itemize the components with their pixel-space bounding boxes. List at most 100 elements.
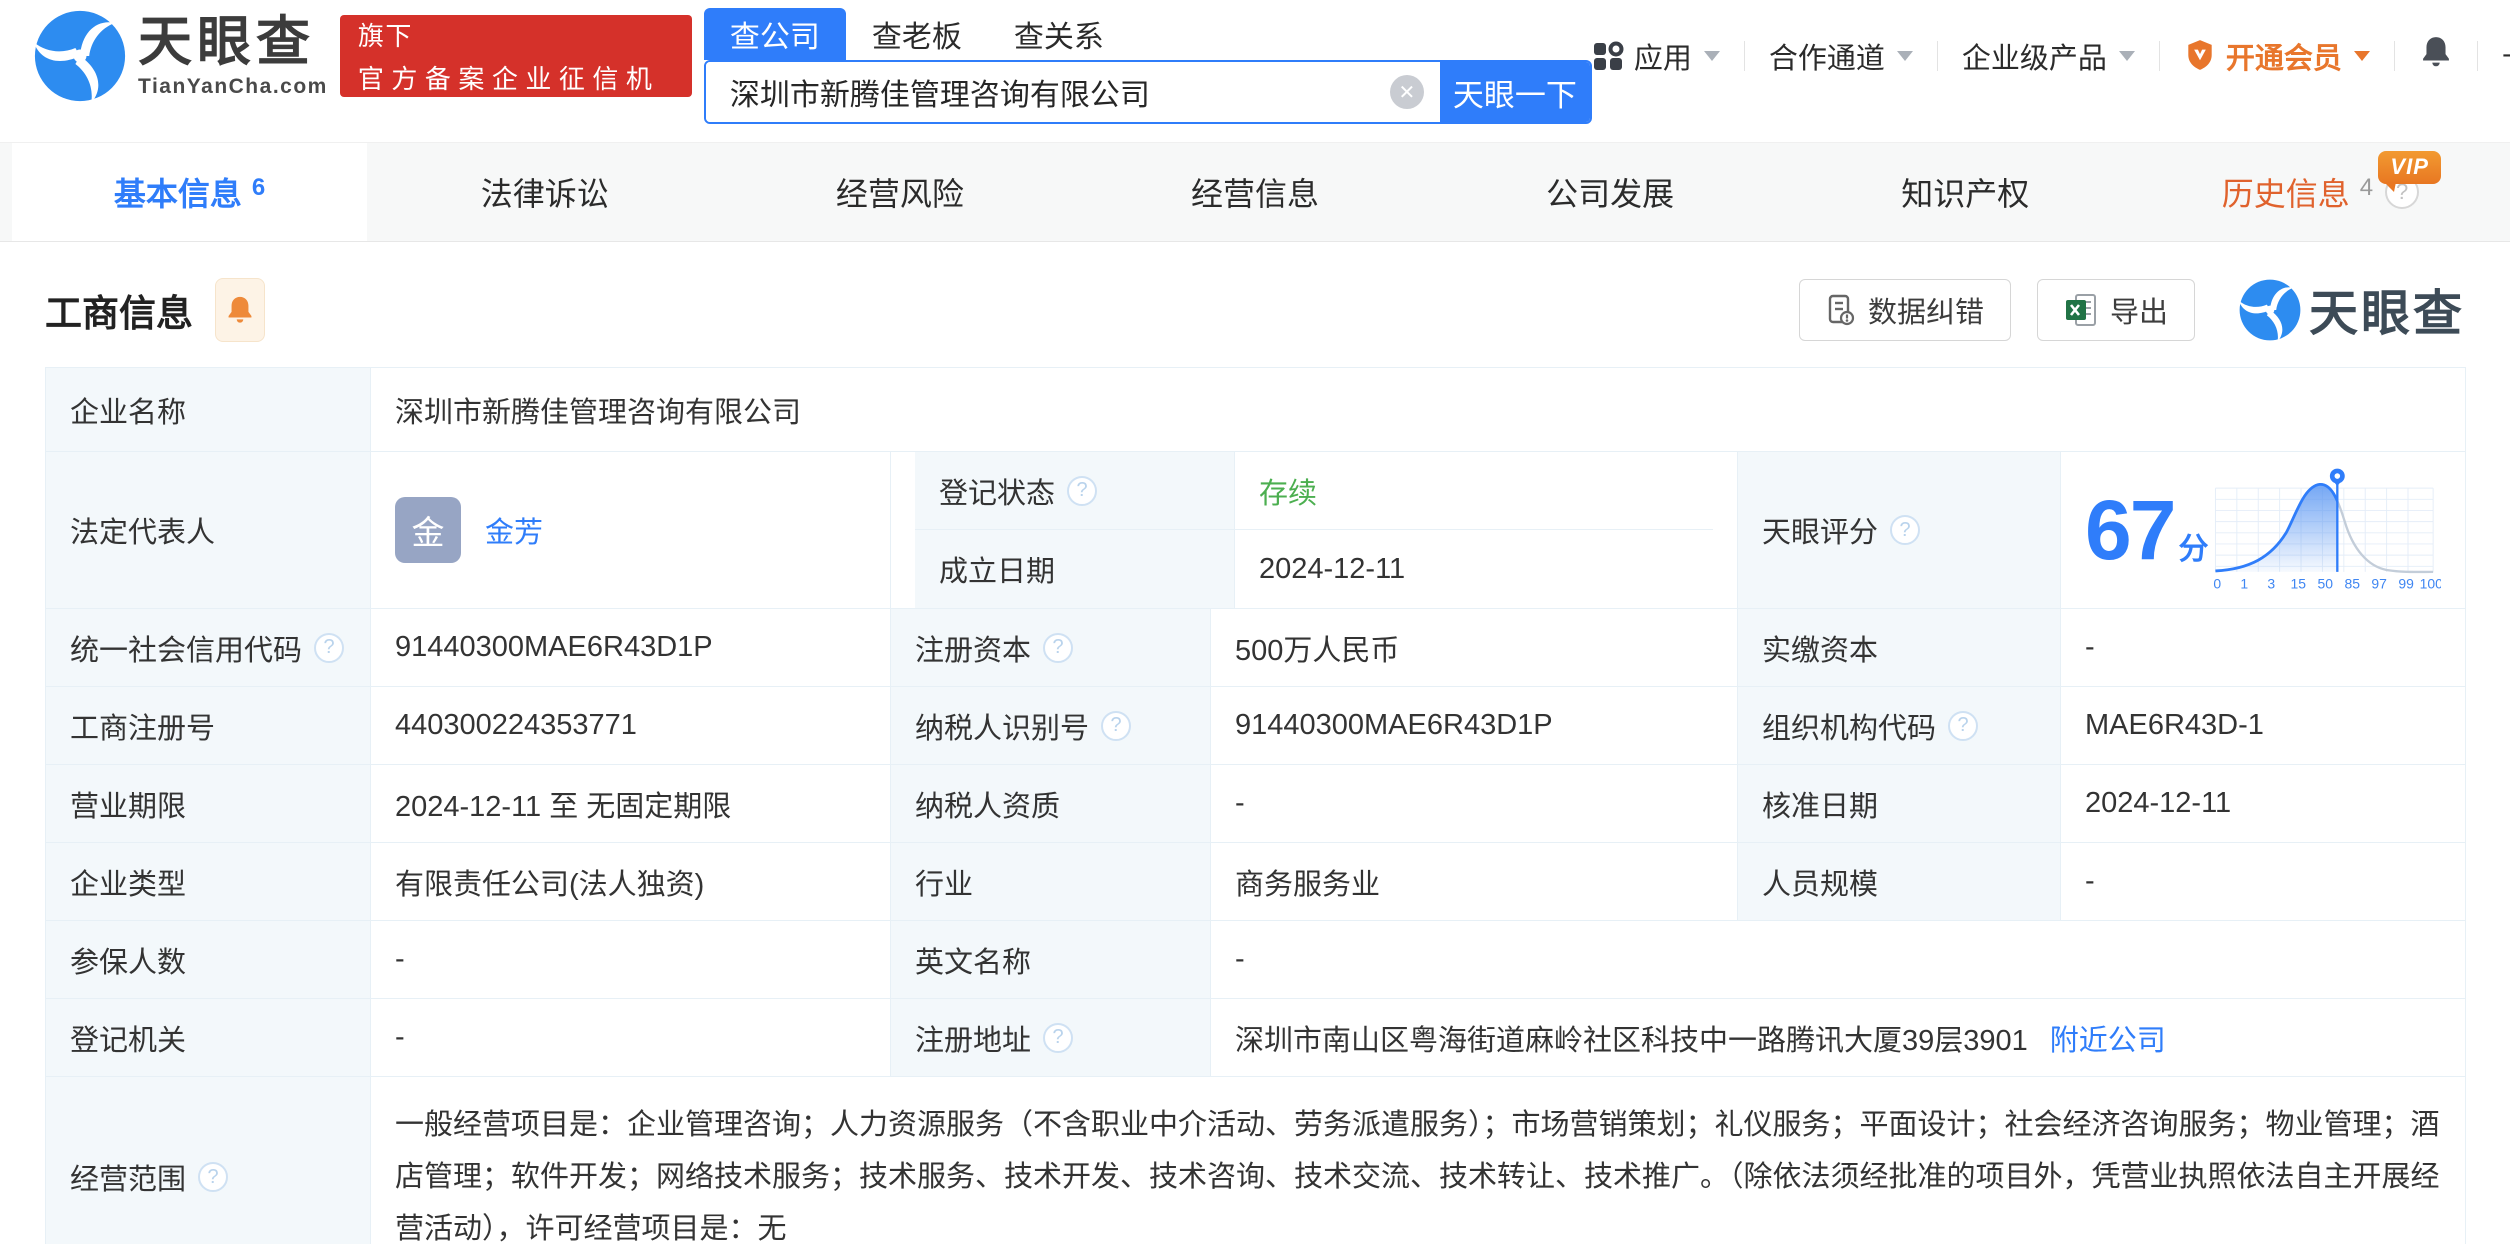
export-button[interactable]: 导出 xyxy=(2037,279,2195,341)
question-icon[interactable]: ? xyxy=(1890,515,1920,545)
nav-cooperation[interactable]: 合作通道 xyxy=(1769,35,1913,77)
search-input[interactable] xyxy=(706,62,1390,122)
divider xyxy=(2159,41,2160,71)
tianyancha-watermark: 天眼查 xyxy=(2239,274,2465,345)
field-label: 注册地址 xyxy=(915,1017,1031,1059)
tab-basic-info[interactable]: 基本信息 6 xyxy=(12,143,367,241)
svg-text:100: 100 xyxy=(2420,576,2441,592)
tab-history-info[interactable]: VIP 历史信息 4 ? xyxy=(2143,143,2498,241)
nav-open-vip[interactable]: 开通会员 xyxy=(2184,35,2370,77)
field-label: 经营范围 xyxy=(70,1156,186,1198)
svg-text:15: 15 xyxy=(2291,576,2307,592)
search-button[interactable]: 天眼一下 xyxy=(1440,62,1590,122)
bell-icon xyxy=(225,294,255,326)
search-tab-relation[interactable]: 查关系 xyxy=(988,8,1130,60)
search-box: ✕ 天眼一下 xyxy=(704,60,1592,124)
tab-label: 知识产权 xyxy=(1901,169,2029,215)
field-label: 企业类型 xyxy=(70,861,346,903)
industry-value: 商务服务业 xyxy=(1235,861,1713,903)
question-icon[interactable]: ? xyxy=(314,633,344,663)
tab-operating-info[interactable]: 经营信息 xyxy=(1077,143,1432,241)
company-tabbar: 基本信息 6 法律诉讼 经营风险 经营信息 公司发展 知识产权 VIP 历史信息… xyxy=(0,142,2510,242)
search-tab-company[interactable]: 查公司 xyxy=(704,8,846,60)
reg-number-value: 440300224353771 xyxy=(395,709,866,742)
chevron-down-icon xyxy=(2119,51,2135,61)
score-axis-ticks: 0 1 3 15 50 85 97 99 100 xyxy=(2214,576,2441,592)
svg-text:50: 50 xyxy=(2318,576,2334,592)
field-label: 企业名称 xyxy=(70,389,346,431)
score-value: 67 xyxy=(2085,488,2174,572)
credit-code-value: 91440300MAE6R43D1P xyxy=(395,631,866,664)
reg-capital-value: 500万人民币 xyxy=(1235,627,1713,669)
tab-company-development[interactable]: 公司发展 xyxy=(1433,143,1788,241)
tab-label: 历史信息 xyxy=(2222,169,2350,215)
field-label: 行业 xyxy=(915,861,1186,903)
tab-label: 公司发展 xyxy=(1546,169,1674,215)
question-icon[interactable]: ? xyxy=(1101,711,1131,741)
crown-icon xyxy=(2184,39,2216,73)
nav-user-menu[interactable]: 卡西·... xyxy=(2502,35,2510,77)
gov-badge-line1: 国家中小企业发展子基金旗下 xyxy=(358,0,674,53)
question-icon[interactable]: ? xyxy=(1043,633,1073,663)
table-row: 法定代表人 金 金芳 登记状态 ? 存续 成立日期 2024-12-11 天眼评… xyxy=(46,452,2466,609)
watermark-title: 天眼查 xyxy=(2309,274,2465,345)
svg-text:85: 85 xyxy=(2345,576,2361,592)
score-distribution-chart: 0 1 3 15 50 85 97 99 100 xyxy=(2208,463,2441,597)
tab-operating-risk[interactable]: 经营风险 xyxy=(722,143,1077,241)
top-nav: 应用 合作通道 企业级产品 开通会员 卡西·... xyxy=(1592,34,2510,78)
legal-rep-link[interactable]: 金芳 xyxy=(485,509,543,551)
english-name-value: - xyxy=(1235,943,2441,976)
subscribe-bell-button[interactable] xyxy=(215,278,265,342)
nav-cooperation-label: 合作通道 xyxy=(1769,35,1885,77)
business-info-table: 企业名称 深圳市新腾佳管理咨询有限公司 法定代表人 金 金芳 登记状态 ? 存续… xyxy=(45,367,2466,1244)
field-label: 实缴资本 xyxy=(1762,627,2036,669)
nearby-companies-link[interactable]: 附近公司 xyxy=(2050,1017,2166,1059)
field-label: 注册资本 xyxy=(915,627,1031,669)
svg-text:3: 3 xyxy=(2268,576,2276,592)
tab-legal-proceedings[interactable]: 法律诉讼 xyxy=(367,143,722,241)
chevron-down-icon xyxy=(2354,51,2370,61)
search-clear-icon[interactable]: ✕ xyxy=(1390,75,1424,109)
company-name-value: 深圳市新腾佳管理咨询有限公司 xyxy=(395,389,2441,431)
table-row: 经营范围? 一般经营项目是：企业管理咨询；人力资源服务（不含职业中介活动、劳务派… xyxy=(46,1077,2466,1244)
excel-icon xyxy=(2064,293,2098,327)
field-label: 纳税人资质 xyxy=(915,783,1186,825)
search-tabs: 查公司 查老板 查关系 xyxy=(704,8,1592,60)
divider xyxy=(2477,41,2478,71)
question-icon[interactable]: ? xyxy=(1067,476,1097,506)
data-correction-label: 数据纠错 xyxy=(1868,289,1984,331)
table-row: 参保人数 - 英文名称 - xyxy=(46,921,2466,999)
tab-intellectual-property[interactable]: 知识产权 xyxy=(1788,143,2143,241)
tab-label: 经营风险 xyxy=(836,169,964,215)
org-code-value: MAE6R43D-1 xyxy=(2085,709,2441,742)
table-row: 登记机关 - 注册地址? 深圳市南山区粤海街道麻岭社区科技中一路腾讯大厦39层3… xyxy=(46,999,2466,1077)
business-term-value: 2024-12-11 至 无固定期限 xyxy=(395,783,866,825)
vip-badge: VIP xyxy=(2378,151,2440,184)
tianyan-score: 67 分 xyxy=(2085,463,2441,597)
nav-notifications[interactable] xyxy=(2419,34,2453,78)
section-header: 工商信息 数据纠错 导出 天眼查 xyxy=(0,242,2510,367)
search-tab-boss[interactable]: 查老板 xyxy=(846,8,988,60)
tab-label: 基本信息 xyxy=(114,169,242,215)
apps-grid-icon xyxy=(1592,40,1624,72)
avatar: 金 xyxy=(395,497,461,563)
field-label: 天眼评分 xyxy=(1762,509,1878,551)
nav-enterprise-products[interactable]: 企业级产品 xyxy=(1962,35,2135,77)
tab-count: 4 xyxy=(2360,174,2373,202)
reg-address-value: 深圳市南山区粤海街道麻岭社区科技中一路腾讯大厦39层3901 xyxy=(1235,1017,2028,1059)
gov-badge-line2: 官方备案企业征信机构 xyxy=(358,59,674,133)
field-label: 核准日期 xyxy=(1762,783,2036,825)
question-icon[interactable]: ? xyxy=(198,1162,228,1192)
field-label: 参保人数 xyxy=(70,939,346,981)
field-label: 纳税人识别号 xyxy=(915,705,1089,747)
data-correction-button[interactable]: 数据纠错 xyxy=(1799,279,2011,341)
nav-apps[interactable]: 应用 xyxy=(1592,35,1720,77)
svg-text:97: 97 xyxy=(2372,576,2388,592)
field-label: 登记机关 xyxy=(70,1017,346,1059)
company-type-value: 有限责任公司(法人独资) xyxy=(395,861,866,903)
question-icon[interactable]: ? xyxy=(1948,711,1978,741)
chevron-down-icon xyxy=(1704,51,1720,61)
svg-text:99: 99 xyxy=(2399,576,2415,592)
score-unit: 分 xyxy=(2178,524,2208,568)
question-icon[interactable]: ? xyxy=(1043,1023,1073,1053)
